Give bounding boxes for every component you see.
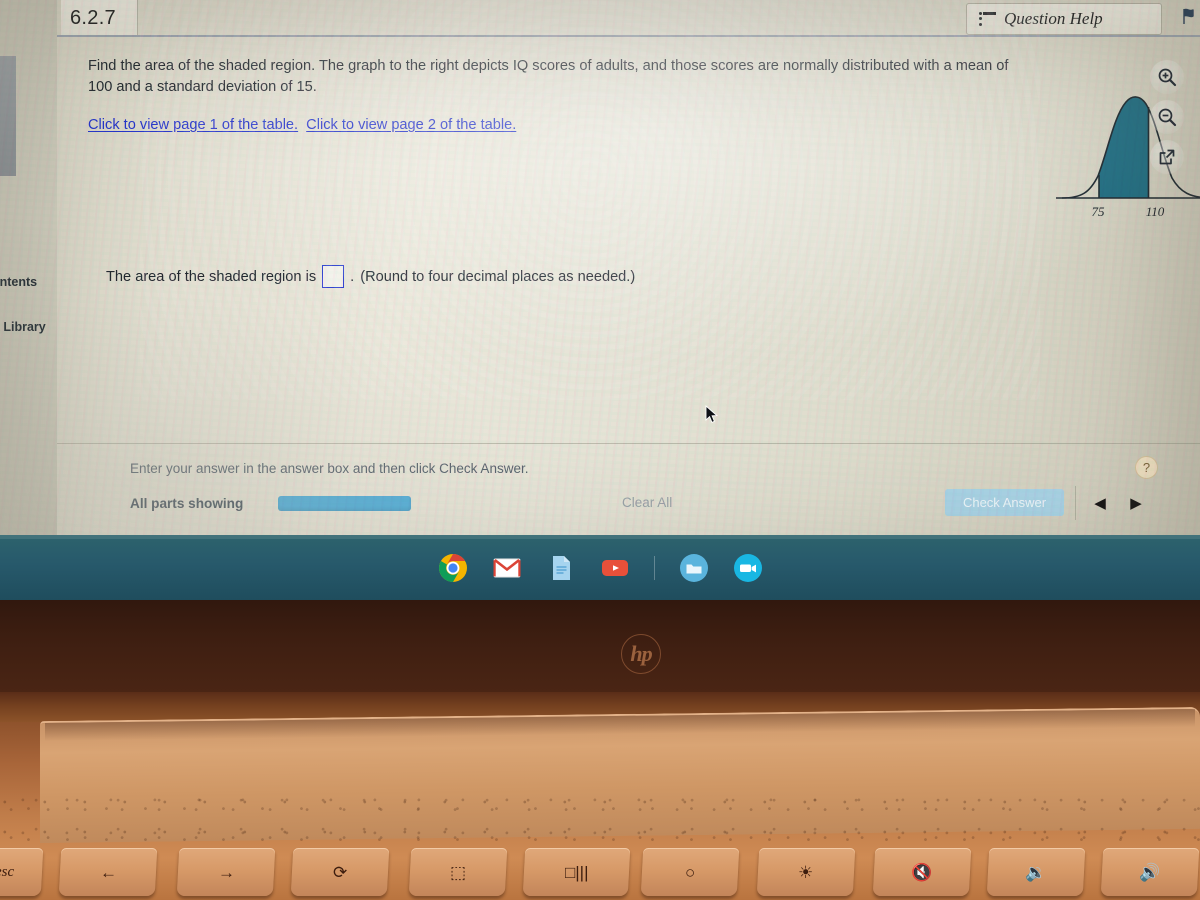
link-table-page-1[interactable]: Click to view page 1 of the table. [88,117,298,133]
footer-divider [57,443,1200,444]
key-mute-glyph: 🔇 [911,862,933,882]
all-parts-showing-label: All parts showing [130,496,244,511]
photograph-of-chromebook: hp esc ← → ⟳ ⬚ □||| ○ ☀ 🔇 🔉 🔊 ontents lia Library … [0,0,1200,900]
answer-period: . [350,268,355,285]
zoom-out-icon[interactable] [1150,100,1184,134]
progress-bar [278,496,411,511]
keyboard-function-row: esc ← → ⟳ ⬚ □||| ○ ☀ 🔇 🔉 🔊 [0,848,1200,900]
previous-question-button[interactable]: ◀ [1083,489,1117,517]
key-volume-up-glyph: 🔊 [1139,862,1161,882]
tab-label: 6.2.7 [70,6,116,29]
footer-divider-vertical [1075,486,1076,520]
x-tick-label-110: 110 [1146,204,1165,219]
answer-prompt-after: (Round to four decimal places as needed.… [360,268,636,285]
video-camera-icon[interactable] [733,553,763,583]
table-links: Click to view page 1 of the table. Click… [88,117,520,133]
key-back-glyph: ← [99,862,117,882]
chrome-icon[interactable] [438,553,468,583]
check-answer-button[interactable]: Check Answer [945,489,1064,516]
youtube-icon[interactable] [600,553,630,583]
key-brightness-down-glyph: ○ [684,862,696,882]
footer-hint: Enter your answer in the answer box and … [130,461,529,476]
key-volume-up[interactable]: 🔊 [1100,848,1200,896]
key-back[interactable]: ← [58,848,158,896]
key-overview[interactable]: □||| [522,848,631,896]
help-button[interactable]: ? [1135,456,1158,479]
key-volume-down-glyph: 🔉 [1025,862,1047,882]
key-volume-down[interactable]: 🔉 [986,848,1086,896]
key-mute[interactable]: 🔇 [872,848,972,896]
key-fullscreen-glyph: ⬚ [449,862,467,882]
key-forward[interactable]: → [176,848,276,896]
key-brightness-up[interactable]: ☀ [756,848,856,896]
files-icon[interactable] [679,553,709,583]
sidebar-item-contents[interactable]: ontents [0,275,37,289]
question-panel: 6.2.7 Question Help Find the area of the… [57,0,1200,535]
gmail-icon[interactable] [492,553,522,583]
link-table-page-2[interactable]: Click to view page 2 of the table. [306,117,516,133]
answer-line: The area of the shaded region is . (Roun… [106,265,635,288]
question-help-label: Question Help [1004,9,1103,28]
x-tick-label-75: 75 [1092,204,1106,219]
key-reload[interactable]: ⟳ [290,848,390,896]
clear-all-button[interactable]: Clear All [622,495,672,510]
key-esc[interactable]: esc [0,848,44,896]
chromebook-screen: ontents lia Library 6.2.7 Question Help [0,0,1200,600]
answer-input-box[interactable] [322,265,345,288]
palmrest-texture [0,790,1200,850]
list-bullets-icon [979,11,996,26]
answer-prompt-before: The area of the shaded region is [106,268,317,285]
question-help-button[interactable]: Question Help [966,3,1162,35]
next-question-button[interactable]: ▶ [1119,489,1153,517]
screen-bezel [0,600,1200,692]
course-sidebar[interactable]: ontents lia Library [0,0,57,535]
shelf-separator [653,555,655,580]
flag-icon[interactable] [1182,8,1198,28]
key-esc-glyph: esc [0,863,15,880]
key-brightness-down[interactable]: ○ [640,848,740,896]
shelf-icon-row [0,535,1200,600]
key-overview-glyph: □||| [564,862,589,882]
key-fullscreen[interactable]: ⬚ [408,848,508,896]
key-brightness-up-glyph: ☀ [798,862,814,882]
sidebar-item-media-library[interactable]: lia Library [0,320,46,334]
key-forward-glyph: → [217,862,235,882]
zoom-in-icon[interactable] [1150,60,1184,94]
hp-logo: hp [621,634,661,674]
mouse-cursor [705,405,719,424]
tab-divider [57,35,1200,37]
pop-out-icon[interactable] [1150,140,1184,174]
problem-statement: Find the area of the shaded region. The … [88,58,1009,95]
tab-6-2-7[interactable]: 6.2.7 [61,0,138,36]
key-reload-glyph: ⟳ [332,862,348,882]
sidebar-tab-strip[interactable] [0,56,16,176]
google-docs-icon[interactable] [546,553,576,583]
